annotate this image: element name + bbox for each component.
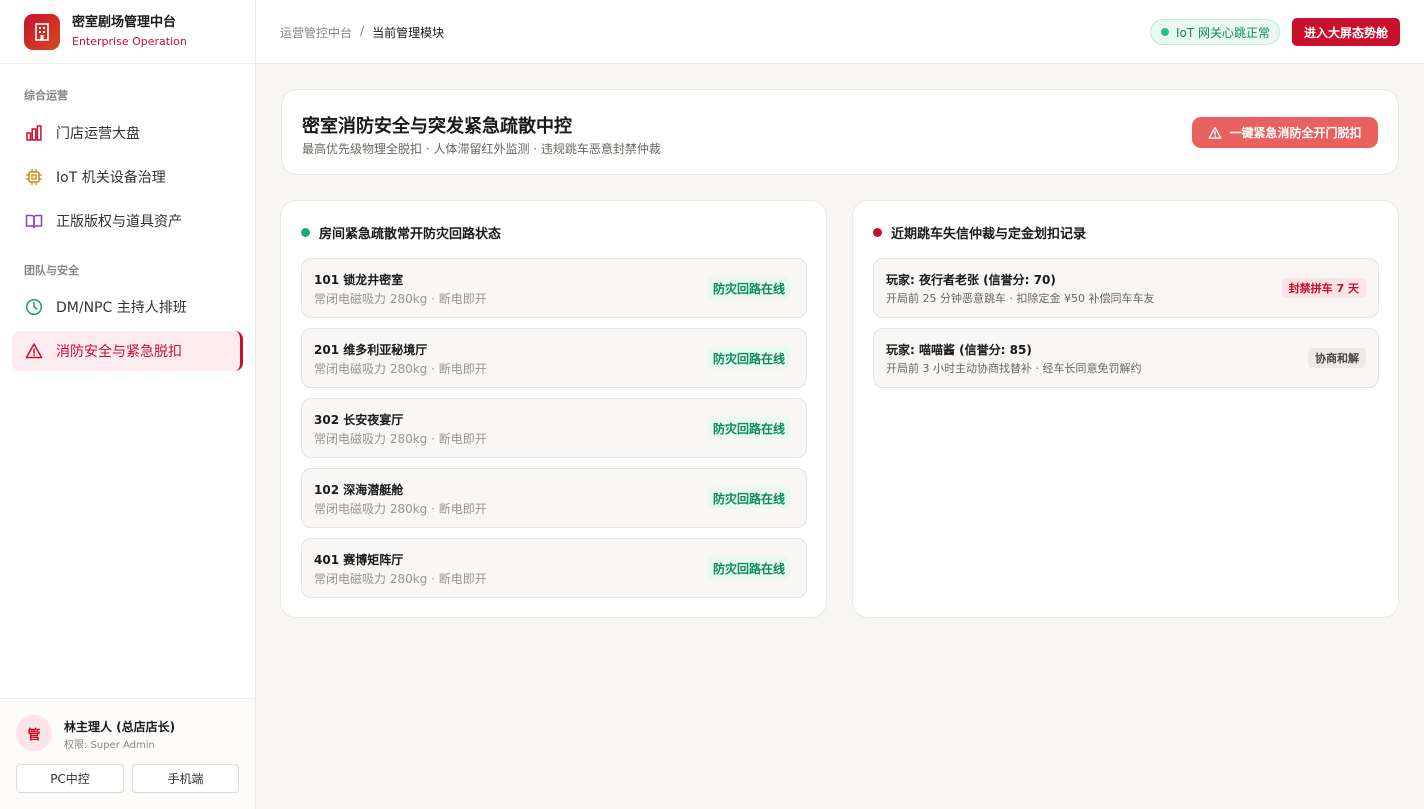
arbitration-records-panel: 近期跳车失信仲裁与定金划扣记录 玩家: 夜行者老张 (信誉分: 70) 开局前 …	[852, 200, 1399, 618]
list-item[interactable]: 102 深海潜艇舱 常闭电磁吸力 280kg · 断电即开 防灾回路在线	[301, 468, 807, 528]
panel-header: 房间紧急疏散常开防灾回路状态	[301, 223, 501, 242]
status-badge: 防灾回路在线	[707, 557, 790, 579]
room-desc: 常闭电磁吸力 280kg · 断电即开	[314, 432, 487, 446]
sidebar-item-copyright-assets[interactable]: 正版版权与道具资产	[12, 201, 243, 241]
list-item[interactable]: 401 赛博矩阵厅 常闭电磁吸力 280kg · 断电即开 防灾回路在线	[301, 538, 807, 598]
room-name: 302 长安夜宴厅	[314, 413, 404, 427]
bar-chart-icon	[24, 123, 44, 143]
record-desc: 开局前 3 小时主动协商找替补 · 经车长同意免罚解约	[886, 362, 1142, 375]
page-title: 密室消防安全与突发紧急疏散中控	[302, 116, 572, 137]
status-badge: 防灾回路在线	[707, 417, 790, 439]
list-item[interactable]: 302 长安夜宴厅 常闭电磁吸力 280kg · 断电即开 防灾回路在线	[301, 398, 807, 458]
chip-icon	[24, 167, 44, 187]
sidebar-item-label: 门店运营大盘	[56, 126, 140, 142]
mobile-button[interactable]: 手机端	[132, 764, 239, 793]
room-desc: 常闭电磁吸力 280kg · 断电即开	[314, 362, 487, 376]
status-badge: 防灾回路在线	[707, 277, 790, 299]
record-title: 玩家: 喵喵酱 (信誉分: 85)	[886, 343, 1032, 357]
sidebar-item-fire-safety[interactable]: 消防安全与紧急脱扣	[12, 331, 243, 371]
room-name: 101 锁龙井密室	[314, 273, 404, 287]
sidebar: 密室剧场管理中台 Enterprise Operation 综合运营 门店运营大…	[0, 0, 256, 809]
sidebar-item-label: 正版版权与道具资产	[56, 214, 182, 230]
top-header: 运营管控中台 / 当前管理模块 IoT 网关心跳正常 进入大屏态势舱	[256, 0, 1424, 64]
user-name: 林主理人 (总店店长)	[64, 720, 176, 734]
breadcrumb: 运营管控中台 / 当前管理模块	[280, 24, 444, 41]
enter-big-screen-button[interactable]: 进入大屏态势舱	[1292, 18, 1400, 46]
room-name: 201 维多利亚秘境厅	[314, 343, 428, 357]
list-item[interactable]: 玩家: 喵喵酱 (信誉分: 85) 开局前 3 小时主动协商找替补 · 经车长同…	[873, 328, 1379, 388]
room-desc: 常闭电磁吸力 280kg · 断电即开	[314, 292, 487, 306]
record-title: 玩家: 夜行者老张 (信誉分: 70)	[886, 273, 1056, 287]
green-dot-icon	[301, 228, 310, 237]
section-label-operations: 综合运营	[24, 89, 68, 102]
brand-subtitle: Enterprise Operation	[72, 35, 187, 48]
emergency-release-label: 一键紧急消防全开门脱扣	[1229, 126, 1362, 140]
breadcrumb-root[interactable]: 运营管控中台	[280, 24, 352, 41]
warning-icon	[24, 341, 44, 361]
list-item[interactable]: 101 锁龙井密室 常闭电磁吸力 280kg · 断电即开 防灾回路在线	[301, 258, 807, 318]
book-icon	[24, 211, 44, 231]
brand-title: 密室剧场管理中台	[72, 15, 177, 30]
panel-title: 房间紧急疏散常开防灾回路状态	[319, 227, 502, 242]
panel-header: 近期跳车失信仲裁与定金划扣记录	[873, 223, 1086, 242]
sidebar-item-label: IoT 机关设备治理	[56, 170, 166, 186]
status-badge: 封禁拼车 7 天	[1281, 278, 1366, 298]
room-name: 401 赛博矩阵厅	[314, 553, 404, 567]
breadcrumb-current: 当前管理模块	[372, 26, 445, 40]
section-label-team-security: 团队与安全	[24, 264, 79, 277]
user-role: 权限: Super Admin	[64, 740, 155, 751]
status-dot-icon	[1161, 28, 1169, 36]
room-name: 102 深海潜艇舱	[314, 483, 404, 497]
sidebar-item-label: DM/NPC 主持人排班	[56, 300, 187, 316]
panel-title: 近期跳车失信仲裁与定金划扣记录	[891, 227, 1087, 242]
sidebar-item-dm-scheduling[interactable]: DM/NPC 主持人排班	[12, 287, 243, 327]
warning-icon	[1208, 126, 1222, 140]
rooms-evacuation-panel: 房间紧急疏散常开防灾回路状态 101 锁龙井密室 常闭电磁吸力 280kg · …	[280, 200, 827, 618]
sidebar-item-label: 消防安全与紧急脱扣	[56, 344, 182, 360]
avatar[interactable]: 管	[16, 715, 52, 751]
status-badge: 防灾回路在线	[707, 347, 790, 369]
sidebar-item-iot-devices[interactable]: IoT 机关设备治理	[12, 157, 243, 197]
pc-control-button[interactable]: PC中控	[16, 764, 124, 793]
iot-status-badge: IoT 网关心跳正常	[1150, 19, 1280, 45]
room-desc: 常闭电磁吸力 280kg · 断电即开	[314, 502, 487, 516]
list-item[interactable]: 201 维多利亚秘境厅 常闭电磁吸力 280kg · 断电即开 防灾回路在线	[301, 328, 807, 388]
building-icon	[24, 13, 60, 50]
status-badge: 协商和解	[1308, 348, 1366, 368]
record-desc: 开局前 25 分钟恶意跳车 · 扣除定金 ¥50 补偿同车车友	[886, 292, 1155, 305]
list-item[interactable]: 玩家: 夜行者老张 (信誉分: 70) 开局前 25 分钟恶意跳车 · 扣除定金…	[873, 258, 1379, 318]
room-desc: 常闭电磁吸力 280kg · 断电即开	[314, 572, 487, 586]
page-title-card: 密室消防安全与突发紧急疏散中控 最高优先级物理全脱扣 · 人体滞留红外监测 · …	[281, 89, 1399, 175]
breadcrumb-separator: /	[360, 24, 365, 38]
page-subtitle: 最高优先级物理全脱扣 · 人体滞留红外监测 · 违规跳车恶意封禁仲裁	[302, 142, 661, 156]
status-badge: 防灾回路在线	[707, 487, 790, 509]
emergency-release-button[interactable]: 一键紧急消防全开门脱扣	[1192, 117, 1378, 148]
sidebar-item-store-dashboard[interactable]: 门店运营大盘	[12, 113, 243, 153]
clock-icon	[24, 297, 44, 317]
user-panel: 管 林主理人 (总店店长) 权限: Super Admin PC中控 手机端	[0, 698, 255, 809]
red-dot-icon	[873, 228, 882, 237]
iot-status-text: IoT 网关心跳正常	[1176, 25, 1271, 40]
brand: 密室剧场管理中台 Enterprise Operation	[0, 0, 255, 64]
